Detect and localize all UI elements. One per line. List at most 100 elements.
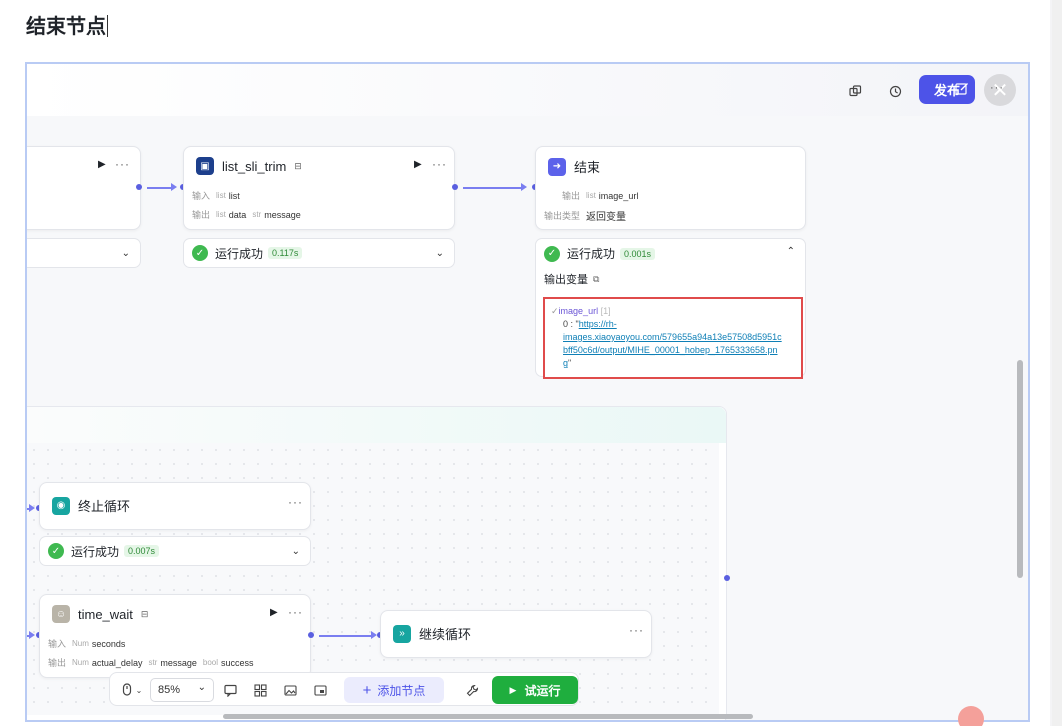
node-status-list-sli-trim[interactable]: ✓ 运行成功 0.117s ⌄: [183, 238, 455, 268]
node-header: » 继续循环: [393, 624, 471, 643]
image-icon[interactable]: [280, 680, 300, 700]
wrench-icon[interactable]: [462, 680, 482, 700]
stop-circle-icon: ◉: [52, 496, 70, 515]
param-type: list: [586, 191, 596, 200]
node-list-sli-trim[interactable]: ▣ list_sli_trim ⊟ ▶ ··· 输入 list list 输出 l…: [183, 146, 455, 230]
chevron-down-icon[interactable]: ⌄: [436, 248, 444, 259]
output-label: 输出: [562, 191, 581, 201]
check-circle-icon: ✓: [544, 245, 560, 262]
image-url-link[interactable]: bff50c6d/output/MIHE_00001_hobep_1765333…: [563, 345, 778, 355]
output-port[interactable]: [136, 184, 142, 190]
param-type: str: [148, 658, 158, 667]
input-label: 输入: [48, 639, 67, 649]
param-tag: list image_url: [586, 191, 638, 201]
node-more-icon[interactable]: ···: [288, 495, 303, 509]
param-name: image_url: [598, 190, 639, 201]
param-name: seconds: [91, 638, 126, 649]
vertical-scrollbar[interactable]: [1017, 360, 1023, 578]
add-node-label: 添加节点: [377, 683, 426, 698]
run-node-icon[interactable]: ▶: [414, 159, 422, 170]
image-url-link[interactable]: https://rh-: [579, 319, 617, 329]
param-tag: str message: [148, 658, 196, 668]
history-icon[interactable]: [884, 80, 906, 102]
chevron-down-icon[interactable]: ⌄: [122, 248, 130, 259]
output-kind-row: 输出类型 返回变量: [544, 208, 626, 223]
node-more-icon[interactable]: ···: [629, 623, 644, 637]
connection-line: [147, 187, 171, 189]
zoom-select[interactable]: 85% ⌄: [150, 678, 214, 702]
node-status-end[interactable]: ✓ 运行成功 0.001s ⌃: [535, 238, 806, 268]
node-more-icon[interactable]: ···: [115, 157, 130, 171]
check-circle-icon: ✓: [48, 543, 64, 559]
loop-output-port[interactable]: [724, 575, 730, 581]
output-var-title: 输出变量: [544, 274, 588, 286]
test-run-label: 试运行: [524, 683, 561, 698]
param-tag: list data: [216, 210, 246, 220]
chevron-down-icon: ⌄: [197, 682, 206, 693]
output-port[interactable]: [308, 632, 314, 638]
page: 结束节点 发布 ✕ ··· ▶ ··· ⌄ ▣ list_sli_trim ⊟ …: [0, 0, 1050, 726]
node-status-stop-loop[interactable]: ✓ 运行成功 0.007s ⌄: [39, 536, 311, 566]
continue-icon: »: [393, 624, 411, 643]
param-tag: Num seconds: [72, 639, 125, 649]
test-run-button[interactable]: ▶ 试运行: [492, 676, 578, 704]
var-key: image_url: [558, 306, 599, 316]
run-node-icon[interactable]: ▶: [270, 607, 278, 618]
param-name: message: [160, 657, 197, 668]
zoom-value: 85%: [158, 684, 181, 696]
mouse-mode-icon[interactable]: ⌄: [118, 680, 144, 700]
more-icon[interactable]: ···: [990, 82, 1004, 94]
add-node-button[interactable]: + 添加节点: [344, 677, 444, 703]
run-node-icon[interactable]: ▶: [98, 159, 106, 170]
var-key-row[interactable]: ✓image_url [1]: [551, 305, 795, 318]
assistant-avatar[interactable]: [958, 706, 984, 726]
page-scrollbar[interactable]: [1052, 0, 1062, 726]
node-continue-loop[interactable]: » 继续循环 ···: [380, 610, 652, 658]
minimap-icon[interactable]: [310, 680, 330, 700]
node-title: 继续循环: [419, 627, 472, 642]
text-caret: [107, 15, 108, 37]
publish-button[interactable]: 发布: [919, 75, 975, 104]
run-tools: ▶ 试运行: [456, 673, 580, 707]
connection-arrow: [29, 631, 35, 639]
loop-header: [27, 407, 726, 443]
plus-icon: +: [362, 681, 372, 699]
partial-node-status[interactable]: ⌄: [27, 238, 141, 268]
partial-node[interactable]: ▶ ···: [27, 146, 141, 230]
horizontal-scrollbar[interactable]: [223, 714, 753, 719]
param-name: actual_delay: [91, 657, 143, 668]
connection-arrow: [171, 183, 177, 191]
image-url-link[interactable]: images.xiaoyaoyou.com/579655a94a13e57508…: [563, 332, 782, 342]
play-icon: ▶: [509, 684, 517, 695]
chevron-up-icon[interactable]: ⌃: [787, 246, 795, 257]
node-time-wait[interactable]: ☺ time_wait ⊟ ▶ ··· 输入 Num seconds 输出 Num…: [39, 594, 311, 678]
node-input-row: 输入 list list: [192, 189, 240, 202]
node-stop-loop[interactable]: ◉ 终止循环 ···: [39, 482, 311, 530]
output-label: 输出: [48, 658, 67, 668]
copy-icon[interactable]: ⧉: [593, 274, 599, 285]
copy-icon[interactable]: [844, 80, 866, 102]
node-end[interactable]: ➜ 结束 输出 list image_url 输出类型 返回变量: [535, 146, 806, 230]
node-more-icon[interactable]: ···: [288, 605, 303, 619]
layout-grid-icon[interactable]: [250, 680, 270, 700]
var-item: 0 : "https://rh- images.xiaoyaoyou.com/5…: [551, 318, 795, 370]
item-close-quote: ": [568, 358, 572, 368]
node-output-row: 输出 list image_url: [562, 189, 638, 202]
param-tag: Num actual_delay: [72, 658, 142, 668]
param-tag: bool success: [203, 658, 254, 668]
exit-icon: ➜: [548, 157, 566, 176]
output-value-box: ✓image_url [1] 0 : "https://rh- images.x…: [543, 297, 803, 379]
plugin-badge-icon: ⊟: [140, 608, 149, 619]
node-more-icon[interactable]: ···: [432, 157, 447, 171]
workflow-canvas[interactable]: ▶ ··· ⌄ ▣ list_sli_trim ⊟ ▶ ··· 输入 list …: [27, 116, 1028, 720]
node-title: 结束: [574, 160, 601, 175]
node-title: 终止循环: [78, 499, 131, 514]
input-label: 输入: [192, 191, 211, 201]
node-output-row: 输出 Num actual_delay str message bool succes…: [48, 656, 254, 669]
edit-icon: [955, 82, 969, 99]
param-name: list: [228, 190, 240, 201]
connection-arrow: [521, 183, 527, 191]
comment-icon[interactable]: [220, 680, 240, 700]
chevron-down-icon[interactable]: ⌄: [292, 546, 300, 557]
output-port[interactable]: [452, 184, 458, 190]
